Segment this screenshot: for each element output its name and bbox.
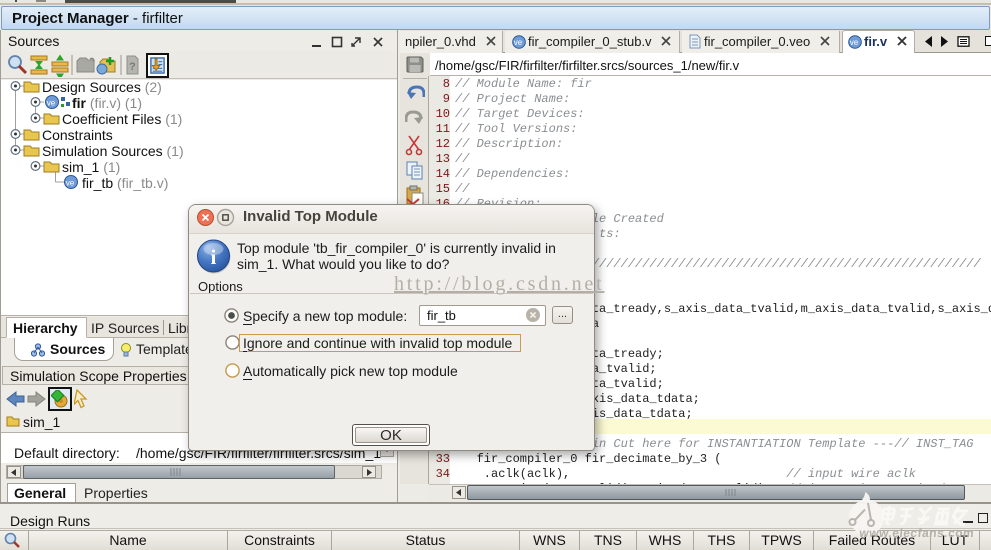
svg-text:www.elecfans.com: www.elecfans.com (858, 526, 975, 540)
svg-text:ve: ve (514, 38, 523, 47)
svg-text:ve: ve (66, 179, 75, 188)
svg-text:?: ? (129, 61, 136, 73)
svg-text:ve: ve (47, 99, 56, 108)
svg-text:i: i (211, 245, 217, 269)
svg-text:ve: ve (850, 38, 859, 47)
